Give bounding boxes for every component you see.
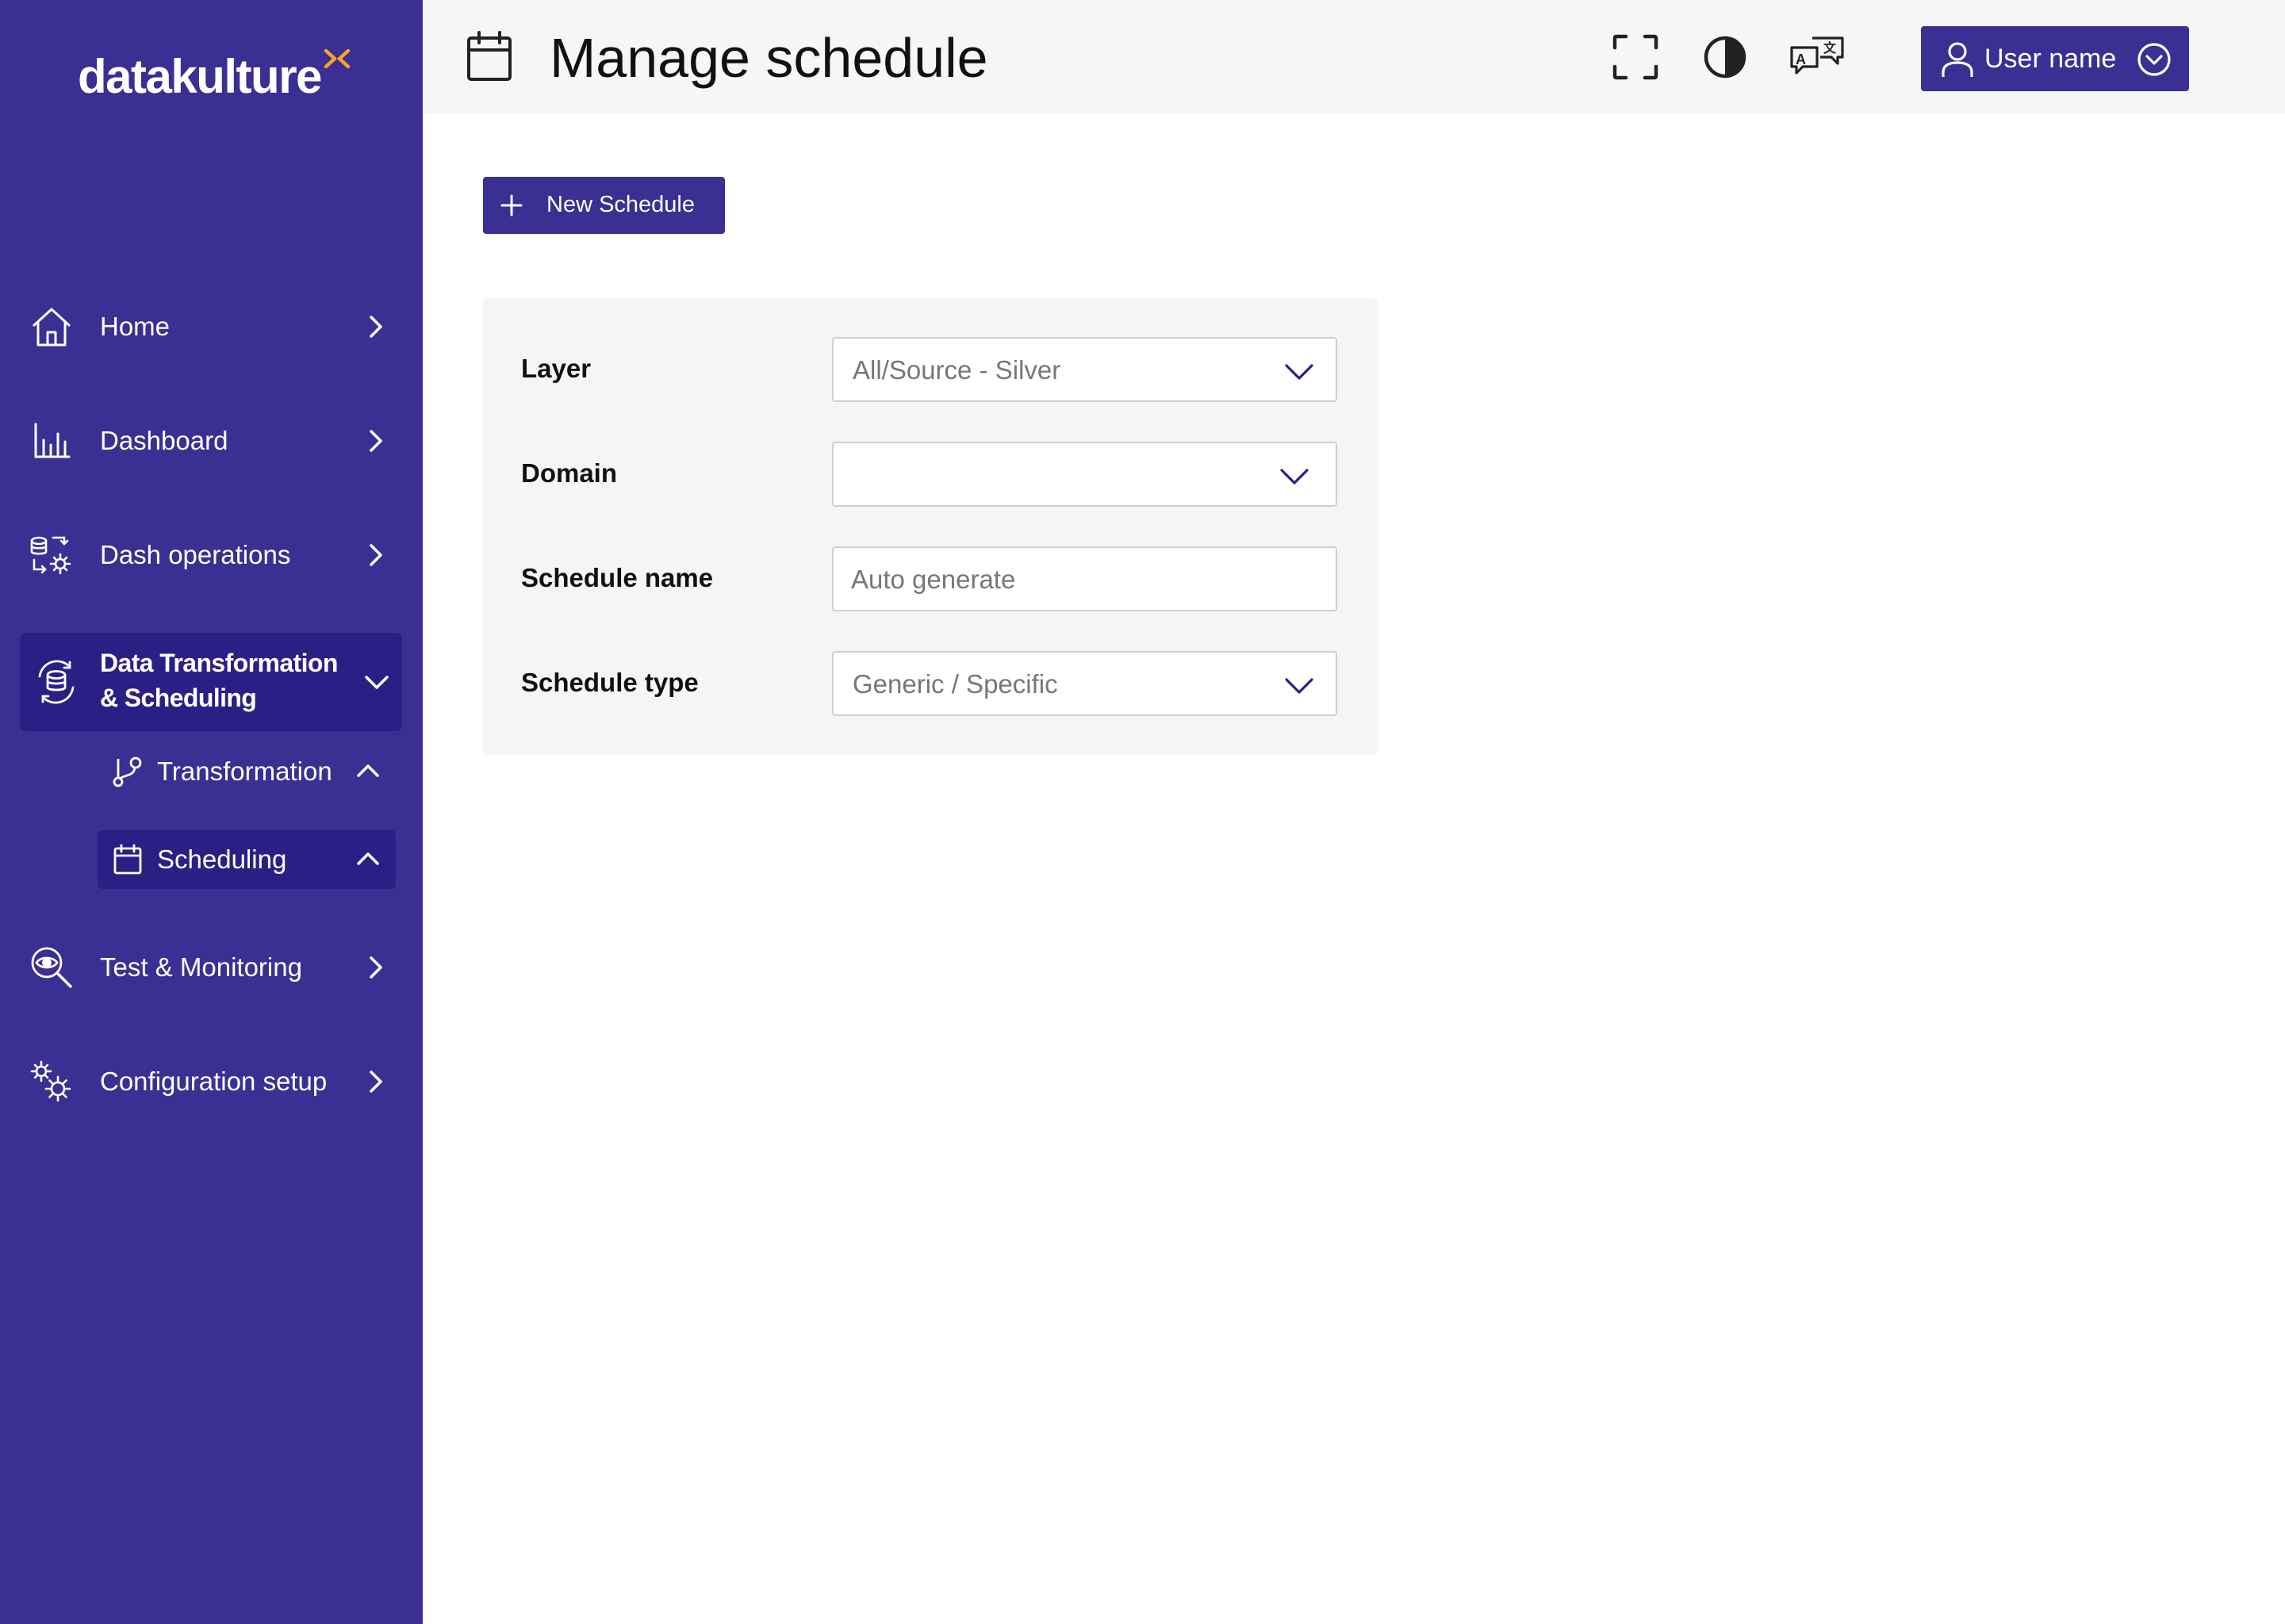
layer-label: Layer	[521, 354, 592, 383]
chevron-right-icon	[370, 544, 382, 566]
database-sync-icon	[31, 657, 82, 707]
chevron-right-icon	[370, 430, 382, 452]
chevron-right-icon	[370, 1071, 382, 1093]
eye-search-icon	[29, 944, 75, 990]
domain-select[interactable]	[832, 442, 1337, 507]
layer-select[interactable]: All/Source - Silver	[832, 337, 1337, 402]
svg-text:A: A	[1796, 52, 1806, 67]
domain-label: Domain	[521, 458, 618, 488]
chevron-up-icon	[357, 764, 379, 777]
user-menu-button[interactable]: User name	[1921, 26, 2189, 91]
label-line-2: & Scheduling	[100, 684, 257, 712]
schedule-filter-form: Layer All/Source - Silver Domain Schedul…	[483, 298, 1378, 755]
sidebar-item-configuration-setup[interactable]: Configuration setup	[0, 1038, 423, 1125]
chevron-down-icon	[1285, 364, 1313, 380]
sidebar-subitem-label: Transformation	[157, 756, 332, 786]
plus-icon	[500, 194, 523, 216]
bar-chart-icon	[29, 418, 75, 464]
chevron-down-icon	[365, 676, 389, 689]
chevron-right-icon	[370, 316, 382, 338]
git-branch-icon	[112, 756, 144, 787]
header: Manage schedule A 文 User name	[423, 0, 2285, 113]
sidebar-item-test-monitoring[interactable]: Test & Monitoring	[0, 924, 423, 1011]
contrast-icon[interactable]	[1700, 32, 1750, 82]
calendar-icon	[467, 31, 512, 81]
gears-icon	[29, 1059, 75, 1105]
svg-text:文: 文	[1823, 40, 1837, 56]
sidebar-item-data-transformation[interactable]: Data Transformation & Scheduling	[20, 633, 402, 731]
sidebar-item-dash-operations[interactable]: Dash operations	[0, 511, 423, 599]
schedule-type-select[interactable]: Generic / Specific	[832, 651, 1337, 716]
schedule-name-label: Schedule name	[521, 563, 714, 592]
logo-text: datakulture	[78, 50, 322, 103]
logo[interactable]: datakulture	[78, 48, 351, 105]
sidebar-item-home[interactable]: Home	[0, 283, 423, 370]
schedule-type-label: Schedule type	[521, 668, 699, 697]
fullscreen-icon[interactable]	[1610, 32, 1661, 82]
user-icon	[1942, 42, 1973, 77]
new-schedule-label: New Schedule	[546, 192, 695, 217]
sidebar-item-label: Dash operations	[100, 540, 291, 569]
sidebar-subitem-label: Scheduling	[157, 845, 287, 874]
sidebar-subitem-scheduling[interactable]: Scheduling	[98, 830, 396, 889]
sidebar-item-label: Home	[100, 312, 171, 341]
sidebar-item-label: Test & Monitoring	[100, 952, 302, 982]
layer-value: All/Source - Silver	[853, 355, 1061, 385]
label-line-1: Data Transformation	[100, 649, 338, 677]
home-icon	[29, 304, 75, 350]
schedule-name-input[interactable]	[851, 557, 1311, 602]
translate-icon[interactable]: A 文	[1789, 32, 1846, 82]
sidebar-item-label: Configuration setup	[100, 1067, 328, 1096]
page-title: Manage schedule	[550, 27, 988, 89]
sidebar-item-label: Dashboard	[100, 426, 228, 455]
sidebar: datakulture Home Dashboard Dash operatio…	[0, 0, 423, 1624]
new-schedule-button[interactable]: New Schedule	[483, 177, 725, 234]
chevron-right-icon	[370, 956, 382, 979]
sidebar-subitem-transformation[interactable]: Transformation	[98, 742, 396, 801]
schedule-type-value: Generic / Specific	[853, 669, 1058, 699]
database-gear-icon	[29, 532, 75, 578]
chevron-down-icon	[1280, 469, 1309, 485]
sidebar-item-label: Data Transformation & Scheduling	[100, 645, 362, 715]
chevron-down-icon	[1285, 678, 1313, 694]
chevron-down-circle-icon	[2137, 43, 2171, 76]
sidebar-item-dashboard[interactable]: Dashboard	[0, 397, 423, 485]
calendar-icon	[112, 844, 144, 875]
schedule-name-field-box	[832, 546, 1337, 611]
logo-mark-icon	[324, 48, 351, 69]
user-name: User name	[1984, 44, 2117, 74]
chevron-up-icon	[357, 852, 379, 865]
